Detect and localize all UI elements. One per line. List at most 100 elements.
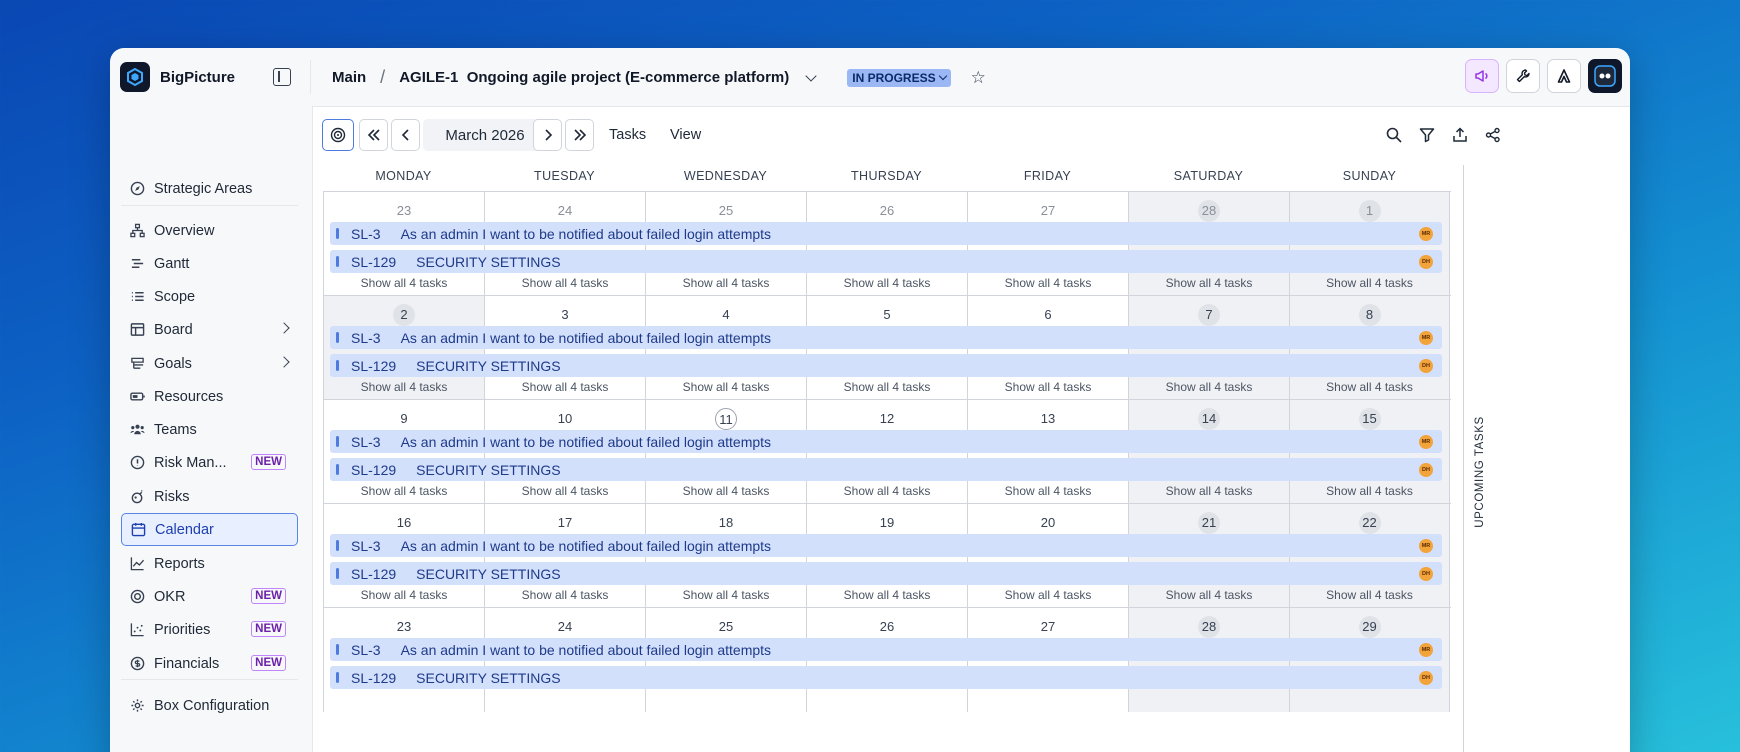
drag-handle-icon[interactable] xyxy=(336,332,339,343)
show-all-tasks-link[interactable]: Show all 4 tasks xyxy=(485,588,645,602)
drag-handle-icon[interactable] xyxy=(336,672,339,683)
show-all-tasks-link[interactable]: Show all 4 tasks xyxy=(485,276,645,290)
show-all-tasks-link[interactable]: Show all 4 tasks xyxy=(1129,588,1289,602)
task-bar-sl-129[interactable]: SL-129 SECURITY SETTINGS DH xyxy=(330,458,1442,481)
show-all-tasks-link[interactable]: Show all 4 tasks xyxy=(646,484,806,498)
announcement-button[interactable] xyxy=(1465,59,1499,93)
show-all-tasks-link[interactable]: Show all 4 tasks xyxy=(1129,484,1289,498)
search-icon[interactable] xyxy=(1384,125,1404,145)
show-all-tasks-link[interactable]: Show all 4 tasks xyxy=(1290,484,1449,498)
show-all-tasks-link[interactable]: Show all 4 tasks xyxy=(485,380,645,394)
sidebar-item-strategic-areas[interactable]: Strategic Areas xyxy=(121,172,298,205)
show-all-tasks-link[interactable]: Show all 4 tasks xyxy=(646,588,806,602)
show-all-tasks-link[interactable]: Show all 4 tasks xyxy=(1290,588,1449,602)
star-icon[interactable]: ☆ xyxy=(971,68,986,88)
next-period-button[interactable] xyxy=(565,119,594,151)
show-all-tasks-link[interactable]: Show all 4 tasks xyxy=(1290,380,1449,394)
sidebar-item-calendar[interactable]: Calendar xyxy=(121,513,298,546)
task-bar-sl-129[interactable]: SL-129 SECURITY SETTINGS DH xyxy=(330,666,1442,689)
sidebar-toggle-icon[interactable] xyxy=(273,68,291,86)
chevron-right-icon[interactable] xyxy=(278,356,290,368)
show-all-tasks-link[interactable]: Show all 4 tasks xyxy=(485,484,645,498)
sidebar-item-reports[interactable]: Reports xyxy=(121,547,298,580)
sidebar-item-okr[interactable]: OKR NEW xyxy=(121,580,298,613)
drag-handle-icon[interactable] xyxy=(336,360,339,371)
brand[interactable]: BigPicture xyxy=(120,62,235,92)
sidebar-item-priorities[interactable]: Priorities NEW xyxy=(121,613,298,646)
view-menu[interactable]: View xyxy=(670,127,701,143)
show-all-tasks-link[interactable]: Show all 4 tasks xyxy=(807,276,967,290)
filter-icon[interactable] xyxy=(1417,125,1437,145)
sidebar-item-goals[interactable]: Goals xyxy=(121,347,298,380)
task-bar-sl-129[interactable]: SL-129 SECURITY SETTINGS DH xyxy=(330,562,1442,585)
user-avatar[interactable] xyxy=(1588,59,1622,93)
show-all-tasks-link[interactable]: Show all 4 tasks xyxy=(324,380,484,394)
task-bar-sl-3[interactable]: SL-3 As an admin I want to be notified ab… xyxy=(330,326,1442,349)
previous-period-button[interactable] xyxy=(359,119,388,151)
assignee-avatar[interactable]: MR xyxy=(1419,331,1433,345)
drag-handle-icon[interactable] xyxy=(336,256,339,267)
show-all-tasks-link[interactable]: Show all 4 tasks xyxy=(646,380,806,394)
task-bar-sl-3[interactable]: SL-3 As an admin I want to be notified ab… xyxy=(330,222,1442,245)
show-all-tasks-link[interactable]: Show all 4 tasks xyxy=(646,276,806,290)
sidebar-item-financials[interactable]: Financials NEW xyxy=(121,647,298,680)
assignee-avatar[interactable]: DH xyxy=(1419,671,1433,685)
task-bar-sl-129[interactable]: SL-129 SECURITY SETTINGS DH xyxy=(330,354,1442,377)
task-bar-sl-3[interactable]: SL-3 As an admin I want to be notified ab… xyxy=(330,430,1442,453)
status-badge[interactable]: IN PROGRESS xyxy=(847,68,951,87)
month-label[interactable]: March 2026 xyxy=(423,119,547,151)
tools-button[interactable] xyxy=(1506,59,1540,93)
show-all-tasks-link[interactable]: Show all 4 tasks xyxy=(968,380,1128,394)
show-all-tasks-link[interactable]: Show all 4 tasks xyxy=(324,484,484,498)
show-all-tasks-link[interactable]: Show all 4 tasks xyxy=(324,588,484,602)
chevron-down-icon[interactable] xyxy=(805,69,817,82)
drag-handle-icon[interactable] xyxy=(336,464,339,475)
assignee-avatar[interactable]: DH xyxy=(1419,463,1433,477)
export-icon[interactable] xyxy=(1450,125,1470,145)
assignee-avatar[interactable]: DH xyxy=(1419,567,1433,581)
sidebar-item-risk-man[interactable]: Risk Man... NEW xyxy=(121,446,298,479)
drag-handle-icon[interactable] xyxy=(336,540,339,551)
breadcrumb-main[interactable]: Main xyxy=(332,69,366,86)
sidebar-item-scope[interactable]: Scope xyxy=(121,280,298,313)
assignee-avatar[interactable]: MR xyxy=(1419,435,1433,449)
sidebar-item-box-configuration[interactable]: Box Configuration xyxy=(121,689,298,722)
show-all-tasks-link[interactable]: Show all 4 tasks xyxy=(968,484,1128,498)
show-all-tasks-link[interactable]: Show all 4 tasks xyxy=(807,484,967,498)
show-all-tasks-link[interactable]: Show all 4 tasks xyxy=(1290,276,1449,290)
assignee-avatar[interactable]: DH xyxy=(1419,359,1433,373)
show-all-tasks-link[interactable]: Show all 4 tasks xyxy=(968,276,1128,290)
show-all-tasks-link[interactable]: Show all 4 tasks xyxy=(968,588,1128,602)
sidebar-item-resources[interactable]: Resources xyxy=(121,380,298,413)
atlassian-button[interactable] xyxy=(1547,59,1581,93)
show-all-tasks-link[interactable]: Show all 4 tasks xyxy=(807,380,967,394)
drag-handle-icon[interactable] xyxy=(336,644,339,655)
drag-handle-icon[interactable] xyxy=(336,228,339,239)
assignee-avatar[interactable]: MR xyxy=(1419,227,1433,241)
next-month-button[interactable] xyxy=(533,119,562,151)
upcoming-tasks-tab[interactable]: UPCOMING TASKS xyxy=(1473,397,1487,547)
show-all-tasks-link[interactable]: Show all 4 tasks xyxy=(807,588,967,602)
show-all-tasks-link[interactable]: Show all 4 tasks xyxy=(1129,380,1289,394)
task-bar-sl-3[interactable]: SL-3 As an admin I want to be notified ab… xyxy=(330,638,1442,661)
share-icon[interactable] xyxy=(1483,125,1503,145)
chevron-right-icon[interactable] xyxy=(278,322,290,334)
assignee-avatar[interactable]: MR xyxy=(1419,643,1433,657)
sidebar-item-risks[interactable]: Risks xyxy=(121,480,298,513)
assignee-avatar[interactable]: MR xyxy=(1419,539,1433,553)
drag-handle-icon[interactable] xyxy=(336,436,339,447)
show-all-tasks-link[interactable]: Show all 4 tasks xyxy=(324,276,484,290)
previous-month-button[interactable] xyxy=(391,119,420,151)
tasks-menu[interactable]: Tasks xyxy=(609,127,646,143)
sidebar-item-overview[interactable]: Overview xyxy=(121,214,298,247)
target-button[interactable] xyxy=(322,119,354,151)
sidebar-item-gantt[interactable]: Gantt xyxy=(121,247,298,280)
sidebar-item-teams[interactable]: Teams xyxy=(121,413,298,446)
breadcrumb-project[interactable]: AGILE-1 Ongoing agile project (E-commerc… xyxy=(399,69,789,86)
sidebar-item-board[interactable]: Board xyxy=(121,313,298,346)
show-all-tasks-link[interactable]: Show all 4 tasks xyxy=(1129,276,1289,290)
task-bar-sl-3[interactable]: SL-3 As an admin I want to be notified ab… xyxy=(330,534,1442,557)
drag-handle-icon[interactable] xyxy=(336,568,339,579)
task-bar-sl-129[interactable]: SL-129 SECURITY SETTINGS DH xyxy=(330,250,1442,273)
assignee-avatar[interactable]: DH xyxy=(1419,255,1433,269)
